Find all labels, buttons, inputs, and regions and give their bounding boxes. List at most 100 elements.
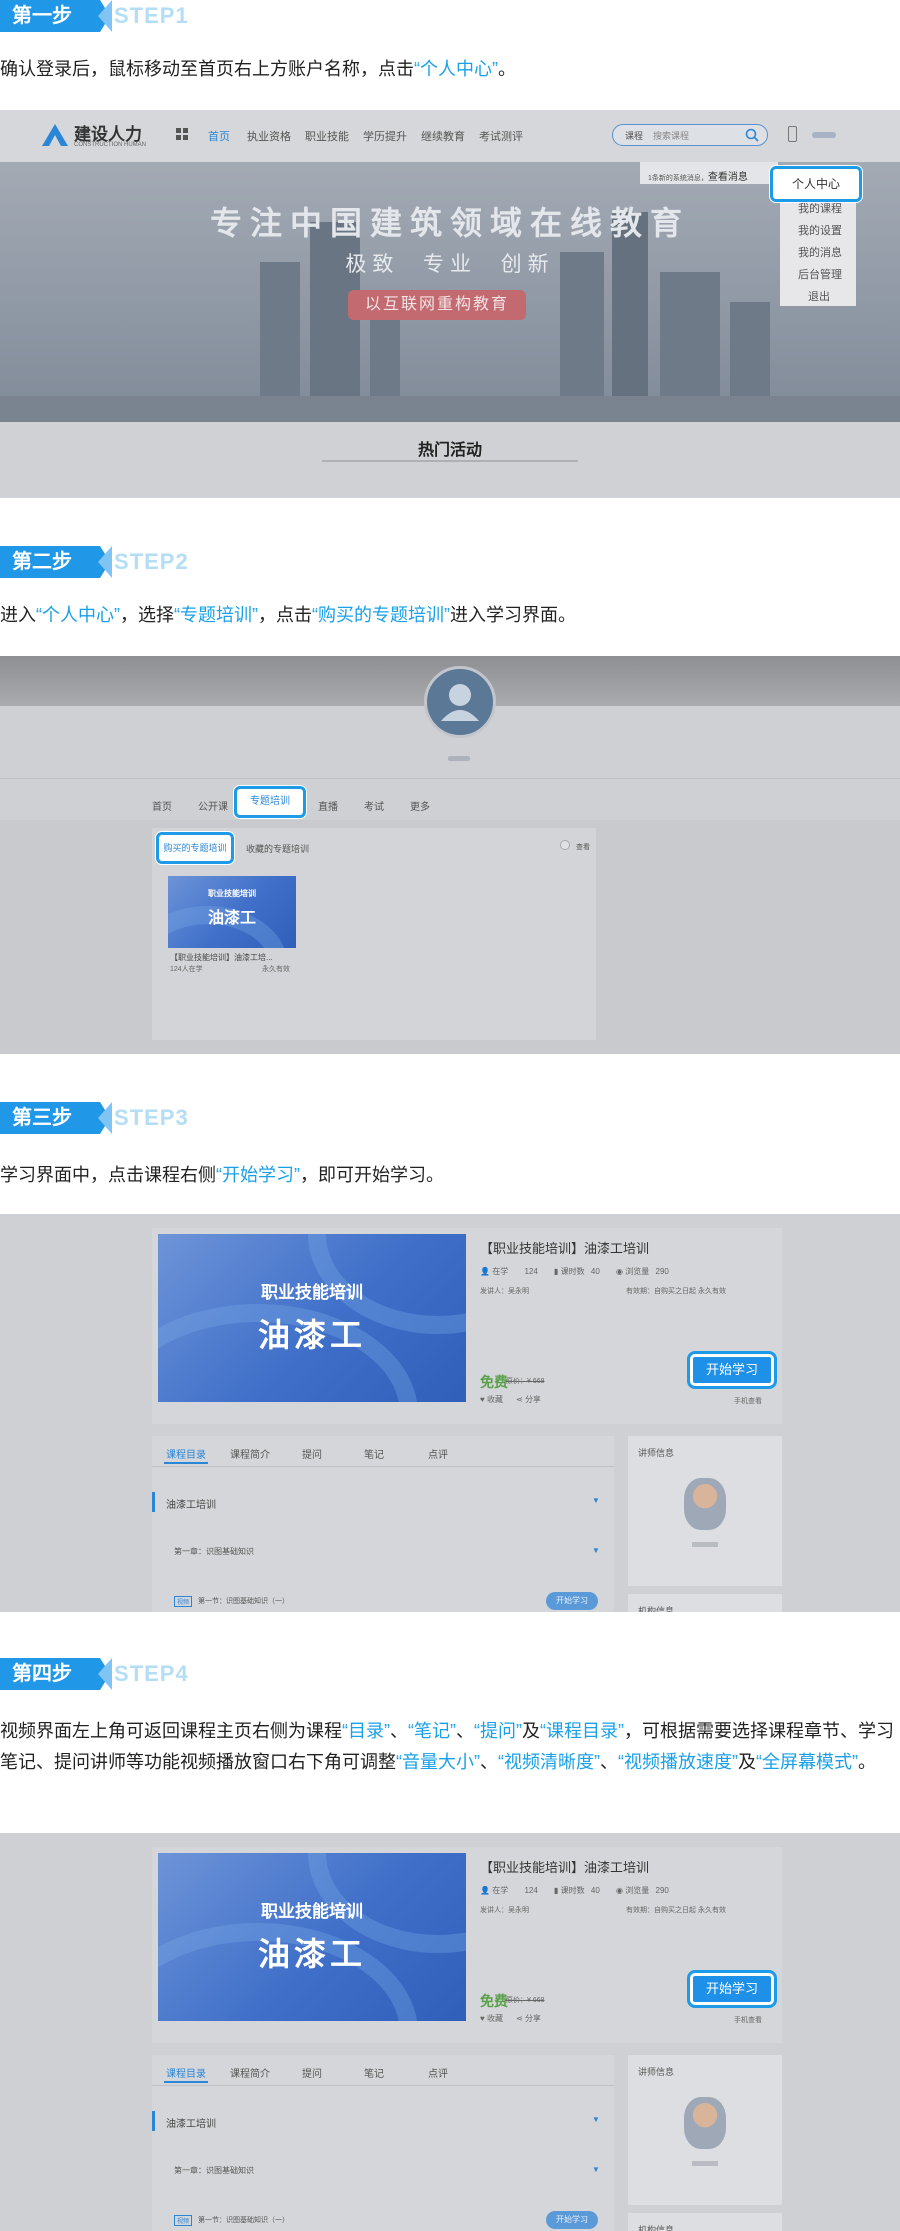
course-thumbnail: 职业技能培训 油漆工 — [158, 1234, 466, 1402]
toggle-icon[interactable] — [560, 840, 570, 850]
subtab-favorites[interactable]: 收藏的专题培训 — [246, 842, 309, 855]
banner-button[interactable]: 以互联网重构教育 — [348, 290, 526, 320]
instruction-text: 。 — [498, 59, 516, 79]
teacher-info-title: 讲师信息 — [638, 1448, 675, 1458]
tab-questions[interactable]: 提问 — [302, 2065, 322, 2080]
nav-exam[interactable]: 考试测评 — [479, 128, 523, 144]
chevron-down-icon[interactable]: ▼ — [592, 1496, 600, 1505]
search-input[interactable]: 搜索课程 — [653, 129, 689, 142]
tab-open-courses[interactable]: 公开课 — [198, 798, 228, 813]
nav-degree[interactable]: 学历提升 — [363, 128, 407, 144]
tab-catalog[interactable]: 课程目录 — [166, 2065, 206, 2080]
favorite-button[interactable]: ♥ 收藏 — [480, 1394, 503, 1405]
step-en-label: STEP3 — [114, 1105, 189, 1130]
nav-qualification[interactable]: 执业资格 — [247, 128, 291, 144]
teacher-avatar[interactable] — [684, 2097, 726, 2149]
meta-learning-label: 在学 — [492, 1267, 509, 1276]
section-marker — [152, 2111, 155, 2131]
card-title[interactable]: 【职业技能培训】油漆工培... — [170, 952, 273, 963]
instruction-text: 确认登录后，鼠标移动至首页右上方账户名称，点击 — [0, 59, 414, 79]
share-button[interactable]: ⋖ 分享 — [516, 1394, 541, 1405]
notice-link[interactable]: 查看消息 — [708, 172, 748, 183]
top-nav: 建设人力 CONSTRUCTION HUMAN 首页 执业资格 职业技能 学历提… — [0, 110, 900, 162]
tab-reviews[interactable]: 点评 — [428, 1446, 448, 1461]
course-card-thumbnail[interactable]: 职业技能培训 油漆工 — [168, 876, 296, 948]
instruction-text: 、 — [480, 1752, 498, 1772]
tab-live[interactable]: 直播 — [318, 798, 338, 813]
menu-item-settings[interactable]: 我的设置 — [798, 222, 842, 238]
subtab-purchased[interactable]: 购买的专题培训 — [156, 832, 234, 864]
chapter-title[interactable]: 第一章：识图基础知识 — [174, 1546, 254, 1557]
lesson-start-button[interactable]: 开始学习 — [546, 1592, 598, 1610]
lesson-title[interactable]: 第一节：识图基础知识（一） — [198, 2215, 289, 2225]
tab-home[interactable]: 首页 — [152, 798, 172, 813]
step2-instruction: 进入“个人中心”，选择“专题培训”，点击“购买的专题培训”进入学习界面。 — [0, 600, 900, 630]
mobile-view-link[interactable]: 手机查看 — [734, 2015, 762, 2025]
teacher-info-title: 讲师信息 — [638, 2067, 675, 2077]
tab-exams[interactable]: 考试 — [364, 798, 384, 813]
tab-catalog[interactable]: 课程目录 — [166, 1446, 206, 1461]
instruction-highlight: “个人中心” — [414, 59, 498, 79]
tab-more[interactable]: 更多 — [410, 798, 430, 813]
course-title: 【职业技能培训】油漆工培训 — [480, 1860, 650, 1875]
tab-notes[interactable]: 笔记 — [364, 2065, 384, 2080]
hot-activities-section: 热门活动 — [0, 422, 900, 498]
instruction-text: 、 — [390, 1721, 408, 1741]
hours-icon: ▮ — [554, 1886, 559, 1895]
teacher-avatar[interactable] — [684, 1478, 726, 1530]
step-badge: 第四步 — [0, 1658, 110, 1690]
section-title[interactable]: 油漆工培训 — [166, 2115, 216, 2130]
instruction-text: 、 — [456, 1721, 474, 1741]
search-icon[interactable] — [745, 128, 759, 142]
menu-item-courses[interactable]: 我的课程 — [798, 200, 842, 216]
nav-home[interactable]: 首页 — [208, 128, 230, 144]
tab-reviews[interactable]: 点评 — [428, 2065, 448, 2080]
nav-continuing[interactable]: 继续教育 — [421, 128, 465, 144]
lesson-title[interactable]: 第一节：识图基础知识（一） — [198, 1596, 289, 1606]
search-bar[interactable]: 课程 搜索课程 — [612, 124, 768, 146]
start-learning-button[interactable]: 开始学习 — [687, 1351, 777, 1389]
section-title[interactable]: 油漆工培训 — [166, 1496, 216, 1511]
instruction-highlight: “全屏幕模式” — [756, 1752, 858, 1772]
meta-learning-count: 124 — [524, 1886, 538, 1895]
favorite-button[interactable]: ♥ 收藏 — [480, 2013, 503, 2024]
card-tag: 职业技能培训 — [208, 889, 256, 898]
chevron-down-icon[interactable]: ▼ — [592, 2115, 600, 2124]
tab-intro[interactable]: 课程简介 — [230, 1446, 270, 1461]
search-scope[interactable]: 课程 — [625, 129, 643, 142]
meta-learning-label: 在学 — [492, 1886, 509, 1895]
chevron-icon — [98, 546, 112, 578]
heart-icon: ♥ — [480, 1395, 485, 1404]
grid-menu-icon[interactable] — [176, 127, 188, 140]
teacher-info-panel: 讲师信息 — [628, 1436, 782, 1586]
chevron-down-icon[interactable]: ▼ — [592, 1546, 600, 1555]
account-name[interactable] — [812, 132, 836, 138]
card-validity: 永久有效 — [262, 966, 290, 973]
instruction-text: 视频界面左上角可返回课程主页右侧为课程 — [0, 1721, 342, 1741]
username — [448, 756, 470, 761]
step-en-label: STEP4 — [114, 1661, 189, 1686]
chevron-down-icon[interactable]: ▼ — [592, 2165, 600, 2174]
tab-special-training[interactable]: 专题培训 — [234, 786, 306, 818]
chapter-title[interactable]: 第一章：识图基础知识 — [174, 2165, 254, 2176]
menu-item-admin[interactable]: 后台管理 — [798, 266, 842, 282]
tab-questions[interactable]: 提问 — [302, 1446, 322, 1461]
instruction-highlight: “购买的专题培训” — [312, 605, 450, 625]
menu-item-messages[interactable]: 我的消息 — [798, 244, 842, 260]
lesson-start-button[interactable]: 开始学习 — [546, 2211, 598, 2229]
avatar-icon[interactable] — [424, 666, 496, 738]
menu-item-logout[interactable]: 退出 — [808, 288, 830, 304]
course-tabs-panel: 课程目录 课程简介 提问 笔记 点评 油漆工培训 ▼ 第一章：识图基础知识 ▼ … — [152, 1436, 614, 1612]
mobile-view-link[interactable]: 手机查看 — [734, 1396, 762, 1406]
card-title-big: 油漆工 — [207, 910, 256, 927]
start-learning-button[interactable]: 开始学习 — [687, 1970, 777, 2008]
share-button[interactable]: ⋖ 分享 — [516, 2013, 541, 2024]
tab-intro[interactable]: 课程简介 — [230, 2065, 270, 2080]
step4-instruction: 视频界面左上角可返回课程主页右侧为课程“目录”、“笔记”、“提问”及“课程目录”… — [0, 1716, 900, 1778]
nav-skills[interactable]: 职业技能 — [305, 128, 349, 144]
people-icon: 👤 — [480, 1886, 490, 1895]
step2-screenshot: 首页 公开课 专题培训 直播 考试 更多 购买的专题培训 收藏的专题培训 查看 … — [0, 656, 900, 1054]
personal-center-button[interactable]: 个人中心 — [770, 166, 862, 202]
mobile-icon[interactable] — [788, 126, 797, 142]
tab-notes[interactable]: 笔记 — [364, 1446, 384, 1461]
